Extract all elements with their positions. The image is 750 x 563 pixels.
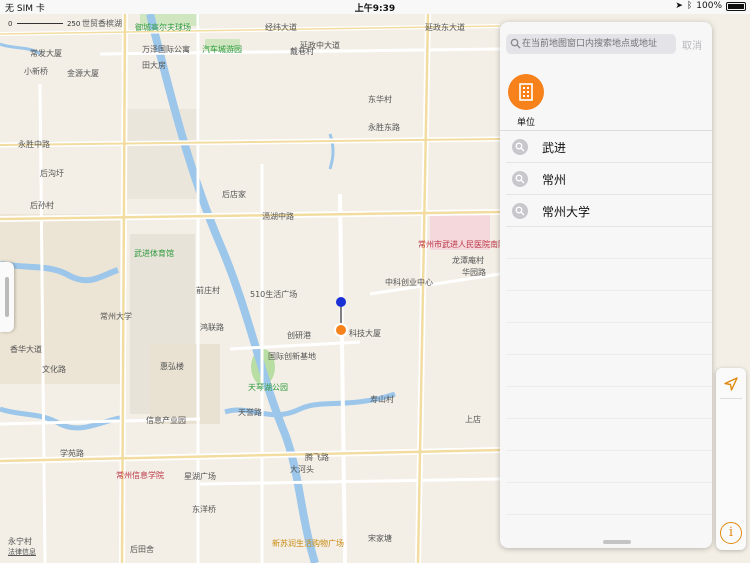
- map-label: 滆湖中路: [262, 212, 294, 221]
- map-label: 世贸香槟湖: [82, 19, 122, 28]
- result-row[interactable]: 常州: [506, 163, 712, 195]
- map-label: 东洋桥: [192, 505, 216, 514]
- map-label: 上店: [465, 415, 481, 424]
- map-label: 科技大厦: [349, 329, 381, 338]
- result-row[interactable]: 武进: [506, 131, 712, 163]
- battery-icon: [726, 1, 746, 11]
- map-label: 金源大厦: [67, 69, 99, 78]
- left-drawer-handle[interactable]: [0, 262, 14, 332]
- map-label: 宋家塘: [368, 534, 392, 543]
- map-label: 万泽国际公寓: [142, 45, 190, 54]
- map-label: 永胜东路: [368, 123, 400, 132]
- cancel-button[interactable]: 取消: [682, 37, 702, 52]
- map-label: 寿山村: [370, 395, 394, 404]
- map-label: 天琴湖公园: [248, 383, 288, 392]
- map-label: 香华大道: [10, 345, 42, 354]
- map-label: 华园路: [462, 268, 486, 277]
- scale-zero: 0: [8, 20, 13, 28]
- search-result-icon: [512, 139, 528, 155]
- result-list: 武进 常州 常州大学: [500, 131, 712, 515]
- map-label: 创研港: [287, 331, 311, 340]
- empty-row: [506, 323, 712, 355]
- search-box[interactable]: [506, 34, 676, 54]
- map-label: 后田舍: [130, 545, 154, 554]
- empty-row: [506, 451, 712, 483]
- search-result-icon: [512, 203, 528, 219]
- empty-row: [506, 387, 712, 419]
- map-label: 惠弘楼: [160, 362, 184, 371]
- map-label: 后孙村: [30, 201, 54, 210]
- category-label: 单位: [516, 118, 535, 128]
- status-bar: 无 SIM 卡 上午9:39 ➤ ᛒ 100%: [0, 0, 750, 14]
- map-label: 星湖广场: [184, 472, 216, 481]
- map-label: 永胜中路: [18, 140, 50, 149]
- map-label: 前庄村: [196, 286, 220, 295]
- map-label: 经纬大道: [265, 23, 297, 32]
- panel-drag-handle[interactable]: [603, 540, 631, 544]
- map-label: 鸿联路: [200, 323, 224, 332]
- map-label: 常州大学: [100, 312, 132, 321]
- map-label: 中科创业中心: [385, 278, 433, 287]
- current-location-dot[interactable]: [336, 325, 346, 335]
- map-label: 戴巷村: [290, 47, 314, 56]
- map-label: 信息产业园: [146, 416, 186, 425]
- map-label: 腾飞路: [305, 453, 329, 462]
- result-label: 武进: [542, 141, 567, 155]
- map-label: 后沟圩: [40, 169, 64, 178]
- divider: [720, 398, 742, 399]
- category-unit[interactable]: 单位: [506, 74, 546, 128]
- map-label: 大河头: [290, 465, 314, 474]
- empty-row: [506, 483, 712, 515]
- search-result-icon: [512, 171, 528, 187]
- result-label: 常州: [542, 173, 567, 187]
- status-right: ➤ ᛒ 100%: [675, 1, 746, 11]
- map-label: 文化路: [42, 365, 66, 374]
- map-label: 常发大厦: [30, 49, 62, 58]
- map-label: 新苏润生活购物广场: [272, 539, 344, 548]
- map-controls: i: [716, 368, 746, 550]
- map-label: 御城高尔夫球场: [135, 23, 191, 32]
- map-label: 田大房: [142, 61, 166, 70]
- search-panel: 取消 单位 武进 常州: [500, 22, 712, 548]
- map-label: 常州市武进人民医院南院: [418, 240, 506, 249]
- map-label: 汽车城游园: [202, 45, 242, 54]
- legal-link[interactable]: 法律信息: [8, 547, 36, 557]
- empty-row: [506, 419, 712, 451]
- clock: 上午9:39: [354, 4, 396, 14]
- scale-distance: 250: [66, 20, 81, 28]
- search-icon: [510, 38, 521, 49]
- map-label: 后店家: [222, 190, 246, 199]
- empty-row: [506, 259, 712, 291]
- search-input[interactable]: [522, 36, 674, 52]
- info-button[interactable]: i: [720, 522, 742, 544]
- dropped-pin[interactable]: [336, 297, 346, 307]
- location-arrow-icon[interactable]: [723, 376, 739, 392]
- search-row: 取消: [506, 34, 706, 54]
- result-row[interactable]: 常州大学: [506, 195, 712, 227]
- bluetooth-icon: ᛒ: [686, 1, 693, 11]
- empty-row: [506, 291, 712, 323]
- map-label: 延政东大道: [425, 23, 465, 32]
- map-label: 510生活广场: [250, 290, 298, 299]
- map-label: 国际创新基地: [268, 352, 316, 361]
- map-label: 龙潭庵村: [452, 256, 484, 265]
- building-icon: [508, 74, 544, 110]
- map-label: 东华村: [368, 95, 392, 104]
- location-status-icon: ➤: [675, 1, 683, 11]
- map-label: 常州信息学院: [116, 471, 164, 480]
- map-label: 学苑路: [60, 449, 84, 458]
- empty-row: [506, 227, 712, 259]
- map-label: 天誉路: [238, 408, 262, 417]
- map-label: 武进体育馆: [134, 249, 174, 258]
- battery-percent: 100%: [696, 1, 722, 11]
- result-label: 常州大学: [542, 205, 591, 219]
- map-scale-bar: 0 250: [8, 20, 80, 28]
- map-label: 小新桥: [24, 67, 48, 76]
- map-label: 永宁村: [8, 537, 32, 546]
- empty-row: [506, 355, 712, 387]
